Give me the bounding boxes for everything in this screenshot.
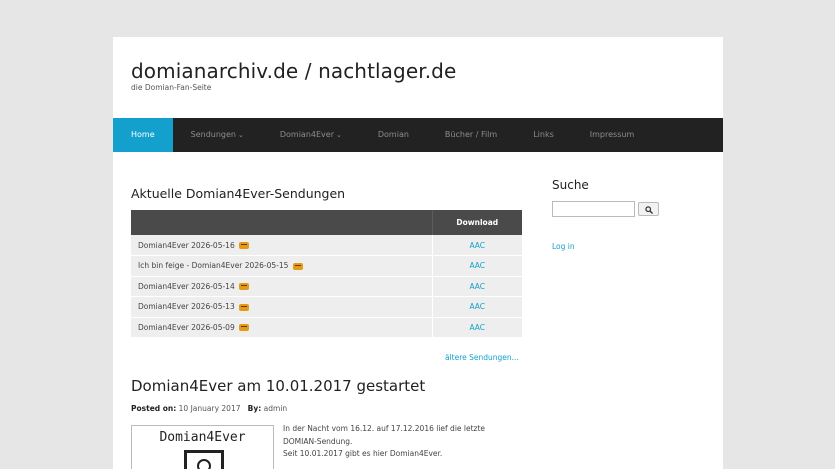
post-excerpt: In der Nacht vom 16.12. auf 17.12.2016 l… bbox=[283, 423, 485, 461]
nav-item-label: Home bbox=[131, 130, 155, 139]
episode-title: Domian4Ever 2026-05-13 bbox=[138, 302, 235, 312]
download-link[interactable]: AAC bbox=[431, 296, 522, 318]
search-icon bbox=[645, 206, 653, 214]
table-row: Domian4Ever 2026-05-09 AAC bbox=[131, 317, 522, 338]
radio-icon bbox=[239, 283, 250, 291]
post-line: In der Nacht vom 16.12. auf 17.12.2016 l… bbox=[283, 424, 486, 433]
table-row: Ich bin feige - Domian4Ever 2026-05-15 A… bbox=[131, 255, 522, 277]
nav-item-sendungen[interactable]: Sendungen ⌄ bbox=[173, 118, 262, 152]
chevron-down-icon: ⌄ bbox=[336, 131, 342, 139]
search-input[interactable] bbox=[552, 201, 635, 217]
table-header-row: Download bbox=[131, 210, 522, 235]
radio-icon bbox=[239, 324, 250, 332]
episodes-table: Download Domian4Ever 2026-05-16 AAC Ich … bbox=[131, 210, 522, 338]
download-link[interactable]: AAC bbox=[431, 276, 522, 297]
radio-logo-icon bbox=[184, 450, 224, 469]
main-navigation: Home Sendungen ⌄ Domian4Ever ⌄ Domian Büch… bbox=[113, 118, 723, 152]
episode-title-cell: Domian4Ever 2026-05-16 bbox=[131, 235, 432, 256]
nav-item-domian[interactable]: Domian bbox=[360, 118, 427, 152]
posted-on-label: Posted on: bbox=[131, 404, 177, 413]
nav-item-buecher-film[interactable]: Bücher / Film bbox=[427, 118, 515, 152]
login-link[interactable]: Log in bbox=[552, 242, 575, 251]
nav-item-label: Impressum bbox=[589, 130, 635, 139]
search-button[interactable] bbox=[638, 202, 659, 216]
thumbnail-text: Domian4Ever bbox=[159, 430, 246, 445]
post-author[interactable]: admin bbox=[264, 404, 288, 413]
table-row: Domian4Ever 2026-05-16 AAC bbox=[131, 235, 522, 256]
post-line: Seit 10.01.2017 gibt es hier Domian4Ever… bbox=[283, 449, 443, 458]
radio-icon bbox=[239, 303, 250, 311]
table-header-download: Download bbox=[431, 210, 522, 235]
post-title[interactable]: Domian4Ever am 10.01.2017 gestartet bbox=[131, 377, 425, 395]
table-row: Domian4Ever 2026-05-13 AAC bbox=[131, 296, 522, 318]
site-title[interactable]: domianarchiv.de / nachtlager.de bbox=[131, 59, 456, 83]
table-header-title bbox=[131, 210, 432, 235]
episode-title: Domian4Ever 2026-05-16 bbox=[138, 240, 235, 250]
episode-title: Domian4Ever 2026-05-14 bbox=[138, 281, 235, 291]
search-widget-title: Suche bbox=[552, 178, 589, 192]
section-title: Aktuelle Domian4Ever-Sendungen bbox=[131, 186, 346, 201]
nav-item-label: Links bbox=[533, 130, 554, 139]
nav-item-links[interactable]: Links bbox=[515, 118, 572, 152]
nav-item-label: Sendungen bbox=[190, 130, 236, 139]
site-description: die Domian-Fan-Seite bbox=[131, 83, 212, 92]
episode-title-cell: Domian4Ever 2026-05-09 bbox=[131, 317, 432, 338]
post-thumbnail[interactable]: Domian4Ever bbox=[131, 425, 274, 469]
episode-title-cell: Ich bin feige - Domian4Ever 2026-05-15 bbox=[131, 255, 432, 277]
download-link[interactable]: AAC bbox=[431, 255, 522, 277]
nav-item-home[interactable]: Home bbox=[113, 118, 173, 152]
nav-item-label: Domian4Ever bbox=[279, 130, 334, 139]
post-meta: Posted on: 10 January 2017 By: admin bbox=[131, 404, 287, 413]
by-label: By: bbox=[247, 404, 262, 413]
nav-item-impressum[interactable]: Impressum bbox=[572, 118, 652, 152]
nav-item-domian4ever[interactable]: Domian4Ever ⌄ bbox=[262, 118, 360, 152]
nav-item-label: Domian bbox=[377, 130, 409, 139]
radio-icon bbox=[292, 262, 303, 270]
table-row: Domian4Ever 2026-05-14 AAC bbox=[131, 276, 522, 297]
page-container: domianarchiv.de / nachtlager.de die Domi… bbox=[113, 37, 723, 469]
episode-title: Ich bin feige - Domian4Ever 2026-05-15 bbox=[138, 261, 289, 271]
nav-item-label: Bücher / Film bbox=[444, 130, 498, 139]
episode-title-cell: Domian4Ever 2026-05-14 bbox=[131, 276, 432, 297]
face-icon bbox=[197, 459, 211, 469]
post-line: DOMIAN-Sendung. bbox=[283, 436, 353, 446]
download-link[interactable]: AAC bbox=[431, 235, 522, 256]
episode-title: Domian4Ever 2026-05-09 bbox=[138, 322, 235, 332]
radio-icon bbox=[239, 242, 250, 249]
chevron-down-icon: ⌄ bbox=[237, 131, 244, 139]
older-episodes-link[interactable]: ältere Sendungen... bbox=[445, 353, 519, 362]
download-link[interactable]: AAC bbox=[431, 317, 522, 338]
post-date[interactable]: 10 January 2017 bbox=[179, 404, 241, 413]
episode-title-cell: Domian4Ever 2026-05-13 bbox=[131, 296, 432, 318]
